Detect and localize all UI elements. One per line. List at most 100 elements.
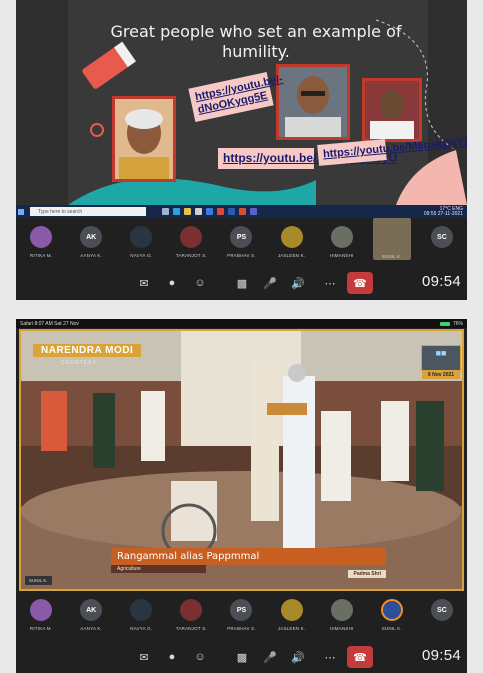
leave-call-button[interactable]: ☎ xyxy=(347,272,373,294)
task-view-icon[interactable] xyxy=(162,208,169,215)
portrait-photo-elderly-man xyxy=(362,78,422,142)
speaker-icon[interactable]: 🔊 xyxy=(290,650,306,664)
participant-tile[interactable]: SC xyxy=(421,599,463,626)
windows-start-icon[interactable] xyxy=(18,208,24,215)
shared-video: NARENDRA MODI COURTESY ■■ 9 Nov 2021 Ran… xyxy=(19,329,464,591)
participant-name: NAVYA G. xyxy=(130,626,153,631)
file-explorer-icon[interactable] xyxy=(184,208,191,215)
participant-tile[interactable]: JASLEEN K. xyxy=(271,599,313,631)
participant-tile[interactable]: SC xyxy=(421,226,463,253)
avatar: SC xyxy=(430,599,453,621)
participants-icon[interactable]: ● xyxy=(164,276,180,290)
avatar xyxy=(180,599,203,621)
camera-off-icon[interactable]: ▩ xyxy=(234,650,250,664)
participant-tile[interactable]: RITIKA M. xyxy=(20,226,62,258)
awardee-category: Agriculture xyxy=(111,565,206,573)
meeting-clock: 09:54 xyxy=(421,273,461,290)
participant-name: NAVYA G. xyxy=(130,253,153,258)
tray-date: 27-11-2021 xyxy=(437,210,463,217)
participant-tile[interactable]: JASLEEN K. xyxy=(271,226,313,258)
participant-name: JASLEEN K. xyxy=(277,626,306,631)
participant-name: AANYA K. xyxy=(80,253,103,258)
participant-tile-active-speaker[interactable]: SUNIL K. xyxy=(371,218,413,260)
avatar xyxy=(280,599,303,621)
portrait-photo-man-glasses xyxy=(276,64,350,140)
system-tray: 17°C ENG 09:55 27-11-2021 xyxy=(424,206,463,217)
more-options-icon[interactable]: ⋯ xyxy=(322,276,338,290)
edge-icon[interactable] xyxy=(173,208,180,215)
battery: 76% xyxy=(439,320,463,327)
meeting-window-shared-slide: Great people who set an example of humil… xyxy=(16,0,467,300)
avatar xyxy=(330,226,353,248)
participant-tile[interactable]: PS PRABHAV S. xyxy=(220,599,262,631)
avatar: AK xyxy=(80,226,103,248)
participant-tile[interactable]: RITIKA M. xyxy=(20,599,62,631)
participant-name: PRABHAV S. xyxy=(227,626,256,631)
participant-tile[interactable]: HIMANSHI xyxy=(321,599,363,631)
participant-name: AANYA K. xyxy=(80,626,103,631)
participant-tile-active-speaker[interactable]: SUNIL K. xyxy=(371,599,413,631)
participant-tile[interactable]: TARANJOT S. xyxy=(170,226,212,258)
participant-tile[interactable]: TARANJOT S. xyxy=(170,599,212,631)
taskbar-search-box[interactable]: Type here to search xyxy=(30,207,146,216)
portrait-icon xyxy=(115,99,173,179)
portrait-icon xyxy=(365,81,419,139)
channel-logo: ■■ 9 Nov 2021 xyxy=(421,345,461,379)
video-link-card[interactable]: https://youtu.be/XvzAyJgAoyU xyxy=(218,148,397,169)
avatar xyxy=(280,226,303,248)
mic-off-icon[interactable]: 🎤 xyxy=(262,650,278,664)
meeting-controls: ✉ ● ☺ ▩ 🎤 🔊 ⋯ ☎ 09:54 xyxy=(16,268,467,298)
screenshot-gap xyxy=(0,300,483,319)
taskbar-apps xyxy=(162,208,257,215)
participant-tile[interactable]: AK AANYA K. xyxy=(70,226,112,258)
participant-tile[interactable]: AK AANYA K. xyxy=(70,599,112,631)
battery-level: 76% xyxy=(452,320,463,327)
participant-name: SUNIL K. xyxy=(381,626,402,631)
participant-name: HIMANSHI xyxy=(329,626,354,631)
participant-name: SUNIL K. xyxy=(381,254,402,259)
camera-off-icon[interactable]: ▩ xyxy=(234,276,250,290)
phone-hangup-icon: ☎ xyxy=(353,277,367,290)
avatar xyxy=(130,226,153,248)
participants-icon[interactable]: ● xyxy=(164,650,180,664)
store-icon[interactable] xyxy=(195,208,202,215)
participant-name: TARANJOT S. xyxy=(175,253,207,258)
channel-ribbon: NARENDRA MODI xyxy=(33,344,142,357)
windows-taskbar: Type here to search 17°C ENG 09:55 27-11… xyxy=(16,205,467,218)
awardee-name: Rangammal alias Pappmmal xyxy=(111,548,386,565)
participant-tile[interactable]: NAVYA G. xyxy=(120,599,162,631)
right-gutter xyxy=(467,0,483,673)
reactions-icon[interactable]: ☺ xyxy=(192,276,208,290)
leave-call-button[interactable]: ☎ xyxy=(347,646,373,668)
courtesy-label: COURTESY xyxy=(61,360,97,366)
slide-title: Great people who set an example of humil… xyxy=(110,22,402,61)
chat-icon[interactable]: ✉ xyxy=(136,650,152,664)
participant-strip: RITIKA M. AK AANYA K. NAVYA G. TARANJOT S… xyxy=(16,218,467,272)
avatar xyxy=(130,599,153,621)
participant-tile[interactable]: PS PRABHAV S. xyxy=(220,226,262,258)
portrait-photo-elderly-woman xyxy=(112,96,176,182)
powerpoint-icon[interactable] xyxy=(239,208,246,215)
participant-name: PRABHAV S. xyxy=(227,253,256,258)
presenter-name-tag: SUNIL K. xyxy=(25,576,52,585)
mic-off-icon[interactable]: 🎤 xyxy=(262,276,278,290)
participant-strip: RITIKA M. AK AANYA K. NAVYA G. TARANJOT S… xyxy=(16,599,467,645)
avatar xyxy=(30,226,53,248)
word-icon[interactable] xyxy=(228,208,235,215)
teams-icon[interactable] xyxy=(250,208,257,215)
left-gutter xyxy=(0,0,16,673)
more-options-icon[interactable]: ⋯ xyxy=(322,650,338,664)
avatar: AK xyxy=(80,599,103,621)
status-left: Safari 8:07 AM Sat 27 Nov xyxy=(20,320,79,327)
chrome-icon[interactable] xyxy=(217,208,224,215)
participant-tile[interactable]: HIMANSHI xyxy=(321,226,363,258)
speaker-icon[interactable]: 🔊 xyxy=(290,276,306,290)
participant-tile[interactable]: NAVYA G. xyxy=(120,226,162,258)
phone-hangup-icon: ☎ xyxy=(353,651,367,664)
avatar xyxy=(30,599,53,621)
reactions-icon[interactable]: ☺ xyxy=(192,650,208,664)
taskbar-search-placeholder: Type here to search xyxy=(38,208,83,215)
chat-icon[interactable]: ✉ xyxy=(136,276,152,290)
portrait-icon xyxy=(279,67,347,137)
mail-icon[interactable] xyxy=(206,208,213,215)
